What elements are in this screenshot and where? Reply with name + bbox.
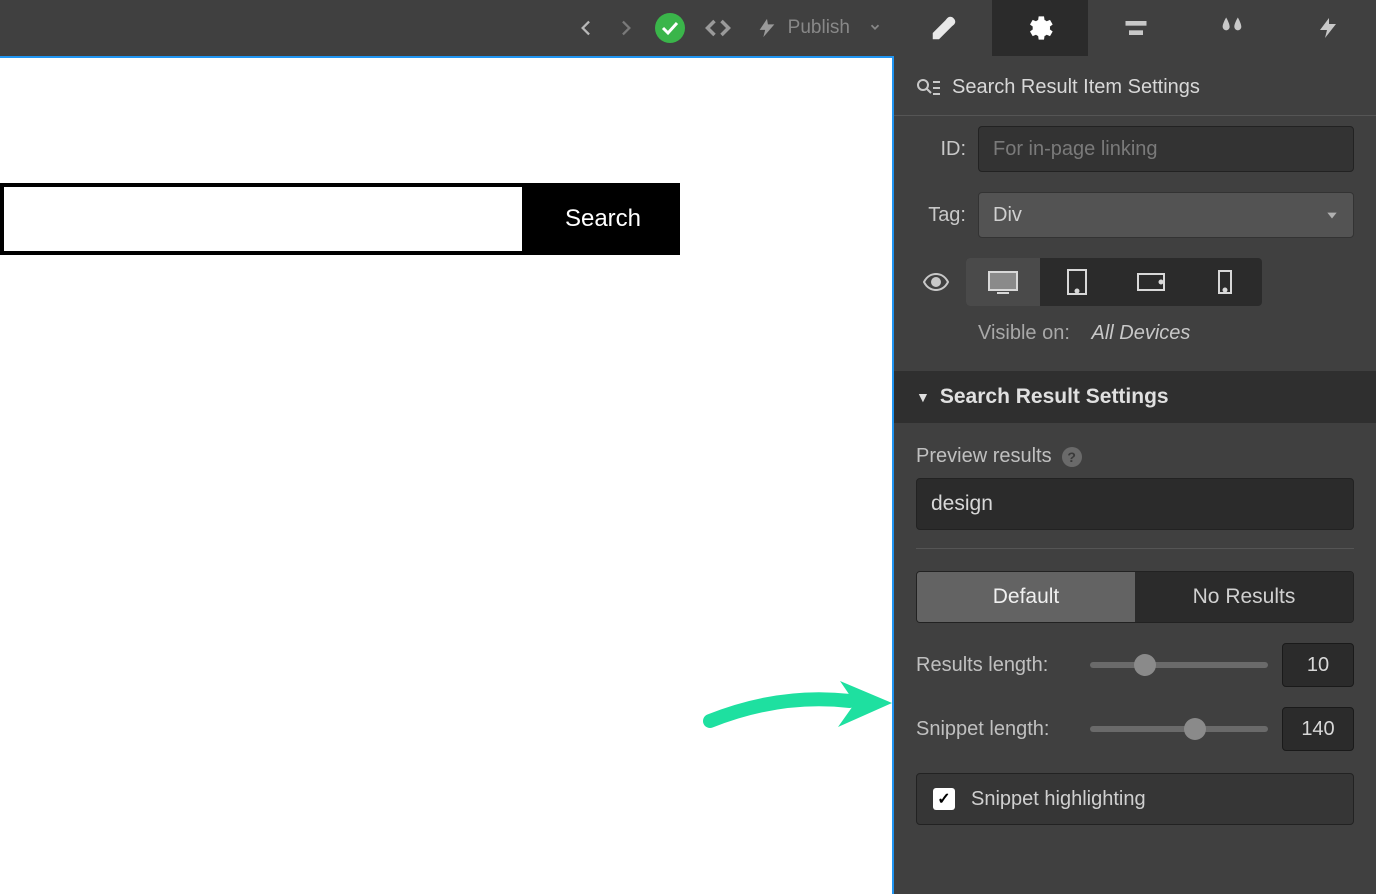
chevron-down-icon: [858, 20, 882, 37]
search-form: Search: [0, 183, 680, 255]
eye-icon: [916, 273, 956, 291]
publish-button[interactable]: Publish: [742, 0, 896, 56]
snippet-length-slider[interactable]: [1090, 726, 1268, 732]
results-length-row: Results length: 10: [894, 623, 1376, 687]
tab-style[interactable]: [896, 0, 992, 56]
checkbox-icon: ✓: [933, 788, 955, 810]
id-row: ID: For in-page linking: [894, 116, 1376, 182]
visible-label: Visible on:: [978, 322, 1070, 344]
results-length-label: Results length:: [916, 654, 1076, 677]
tab-interactions[interactable]: [1280, 0, 1376, 56]
id-label: ID:: [916, 138, 966, 161]
help-icon[interactable]: ?: [1062, 447, 1082, 467]
snippet-highlighting-checkbox[interactable]: ✓ Snippet highlighting: [916, 773, 1354, 825]
redo-button[interactable]: [598, 0, 646, 56]
snippet-highlighting-label: Snippet highlighting: [971, 788, 1146, 811]
section-title: Search Result Settings: [940, 385, 1169, 409]
arrow-annotation: [700, 663, 900, 748]
publish-label: Publish: [788, 17, 850, 39]
collapse-icon: ▼: [916, 389, 930, 405]
slider-thumb[interactable]: [1184, 718, 1206, 740]
visible-value: All Devices: [1091, 322, 1190, 344]
results-length-slider[interactable]: [1090, 662, 1268, 668]
toggle-noresults[interactable]: No Results: [1135, 572, 1353, 622]
id-placeholder: For in-page linking: [993, 138, 1158, 161]
section-search-results[interactable]: ▼ Search Result Settings: [894, 371, 1376, 423]
panel-title: Search Result Item Settings: [952, 76, 1200, 99]
slider-thumb[interactable]: [1134, 654, 1156, 676]
snippet-length-value[interactable]: 140: [1282, 707, 1354, 751]
tag-select[interactable]: Div: [978, 192, 1354, 238]
device-landscape[interactable]: [1114, 258, 1188, 306]
topbar: Publish: [0, 0, 1376, 56]
preview-results-input[interactable]: design: [916, 478, 1354, 530]
visibility-text: Visible on: All Devices: [894, 316, 1376, 371]
device-tablet[interactable]: [1040, 258, 1114, 306]
visibility-row: [894, 248, 1376, 316]
status-ok-icon[interactable]: [646, 0, 694, 56]
id-input[interactable]: For in-page linking: [978, 126, 1354, 172]
device-desktop[interactable]: [966, 258, 1040, 306]
snippet-length-label: Snippet length:: [916, 718, 1076, 741]
device-tabs: [966, 258, 1262, 306]
panel-header: Search Result Item Settings: [894, 56, 1376, 116]
tab-effects[interactable]: [1184, 0, 1280, 56]
device-mobile[interactable]: [1188, 258, 1262, 306]
tag-row: Tag: Div: [894, 182, 1376, 248]
canvas: Search: [0, 56, 894, 894]
panel-tabs: [896, 0, 1376, 56]
search-button[interactable]: Search: [526, 183, 680, 255]
settings-panel: Search Result Item Settings ID: For in-p…: [894, 56, 1376, 894]
divider: [916, 548, 1354, 549]
snippet-length-row: Snippet length: 140: [894, 687, 1376, 751]
state-toggle: Default No Results: [916, 571, 1354, 623]
tab-layout[interactable]: [1088, 0, 1184, 56]
toggle-default[interactable]: Default: [917, 572, 1135, 622]
tag-label: Tag:: [916, 204, 966, 227]
code-icon[interactable]: [694, 0, 742, 56]
results-length-value[interactable]: 10: [1282, 643, 1354, 687]
tab-settings[interactable]: [992, 0, 1088, 56]
search-input[interactable]: [0, 183, 526, 255]
preview-results-label: Preview results ?: [894, 423, 1376, 478]
preview-value: design: [931, 492, 993, 516]
tag-value: Div: [993, 204, 1022, 227]
